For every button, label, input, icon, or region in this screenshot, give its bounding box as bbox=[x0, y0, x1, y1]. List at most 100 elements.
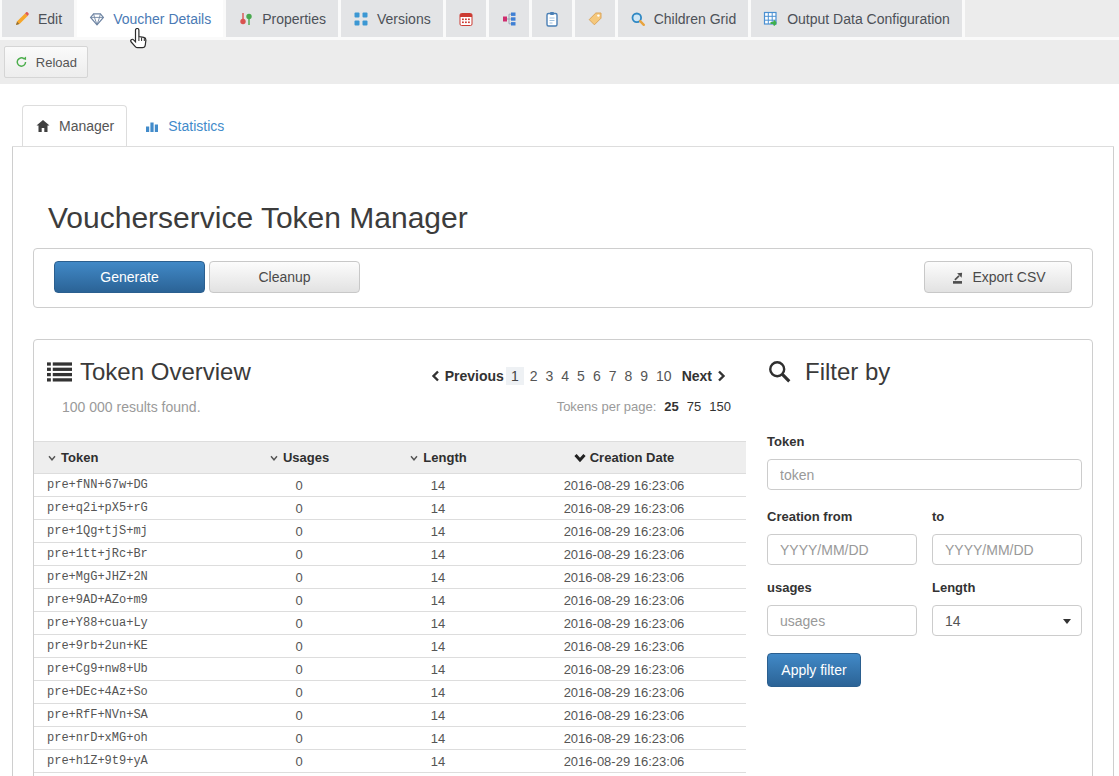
cell-c4: 2016-08-29 16:23:06 bbox=[502, 589, 746, 612]
cell-c2: 0 bbox=[224, 704, 374, 727]
clipboard-icon bbox=[544, 11, 560, 27]
table-row: pre+q2i+pX5+rG0142016-08-29 16:23:06 bbox=[34, 497, 746, 520]
column-header-usages[interactable]: Usages bbox=[224, 442, 374, 474]
cell-c3: 14 bbox=[374, 750, 502, 773]
tab-hierarchy[interactable] bbox=[489, 0, 532, 37]
cell-c2: 0 bbox=[224, 635, 374, 658]
cell-c2: 0 bbox=[224, 750, 374, 773]
tab-statistics[interactable]: Statistics bbox=[131, 105, 237, 146]
cell-c2: 0 bbox=[224, 589, 374, 612]
chevron-left-icon[interactable] bbox=[431, 370, 440, 382]
cleanup-button[interactable]: Cleanup bbox=[209, 261, 360, 293]
column-header-token[interactable]: Token bbox=[34, 442, 224, 474]
page-9[interactable]: 9 bbox=[640, 368, 648, 384]
generate-button[interactable]: Generate bbox=[54, 261, 205, 293]
pagination-next[interactable]: Next bbox=[682, 368, 712, 384]
page-5[interactable]: 5 bbox=[577, 368, 585, 384]
results-count: 100 000 results found. bbox=[62, 399, 201, 415]
creation-from-input[interactable] bbox=[767, 534, 917, 565]
tab-children-grid[interactable]: Children Grid bbox=[618, 0, 751, 37]
manager-pane: Voucherservice Token Manager Generate Cl… bbox=[12, 147, 1114, 776]
cell-c3: 14 bbox=[374, 543, 502, 566]
reload-label: Reload bbox=[36, 55, 77, 70]
token-overview-title: Token Overview bbox=[47, 358, 251, 386]
cell-c2: 0 bbox=[224, 658, 374, 681]
cell-c1: pre+Cg9+nw8+Ub bbox=[34, 658, 224, 681]
reload-button[interactable]: Reload bbox=[4, 46, 88, 78]
cell-c4: 2016-08-29 16:23:06 bbox=[502, 543, 746, 566]
export-csv-button[interactable]: Export CSV bbox=[924, 261, 1072, 293]
calendar-icon bbox=[458, 11, 474, 27]
creation-to-input[interactable] bbox=[932, 534, 1082, 565]
cell-c4: 2016-08-29 16:23:06 bbox=[502, 566, 746, 589]
tab-clipboard[interactable] bbox=[532, 0, 575, 37]
cell-c3: 14 bbox=[374, 704, 502, 727]
cell-c1: pre+RfF+NVn+SA bbox=[34, 704, 224, 727]
tab-calendar[interactable] bbox=[446, 0, 489, 37]
page-6[interactable]: 6 bbox=[593, 368, 601, 384]
table-row: pre+RfF+NVn+SA0142016-08-29 16:23:06 bbox=[34, 704, 746, 727]
length-select[interactable]: 14 bbox=[932, 605, 1082, 636]
page-3[interactable]: 3 bbox=[545, 368, 553, 384]
page-2[interactable]: 2 bbox=[530, 368, 538, 384]
tab-label: Properties bbox=[262, 11, 326, 27]
length-filter-label: Length bbox=[932, 580, 1082, 595]
page-4[interactable]: 4 bbox=[561, 368, 569, 384]
page-1[interactable]: 1 bbox=[506, 367, 524, 385]
table-row: pre+Y88+cua+Ly0142016-08-29 16:23:06 bbox=[34, 612, 746, 635]
page-7[interactable]: 7 bbox=[609, 368, 617, 384]
per-page-150[interactable]: 150 bbox=[709, 399, 731, 414]
cell-c3: 14 bbox=[374, 497, 502, 520]
tab-label: Voucher Details bbox=[113, 11, 211, 27]
cell-c4: 2016-08-29 16:23:06 bbox=[502, 681, 746, 704]
cell-c4: 2016-08-29 16:23:06 bbox=[502, 658, 746, 681]
cell-c3: 14 bbox=[374, 612, 502, 635]
cell-c1: pre+9AD+AZo+m9 bbox=[34, 589, 224, 612]
column-header-length[interactable]: Length bbox=[374, 442, 502, 474]
token-filter-input[interactable] bbox=[767, 459, 1082, 490]
sort-icon bbox=[269, 453, 279, 463]
main-container: Manager Statistics Voucherservice Token … bbox=[12, 105, 1114, 776]
cell-c3: 14 bbox=[374, 658, 502, 681]
column-header-creation-date[interactable]: Creation Date bbox=[502, 442, 746, 474]
export-icon bbox=[950, 270, 965, 285]
tab-versions[interactable]: Versions bbox=[341, 0, 446, 37]
pagination-pages: 123456789 10 bbox=[504, 368, 676, 384]
per-page-75[interactable]: 75 bbox=[687, 399, 701, 414]
tab-label: Statistics bbox=[168, 118, 224, 134]
cell-c1: pre+DEc+4Az+So bbox=[34, 681, 224, 704]
tab-manager[interactable]: Manager bbox=[22, 105, 127, 146]
reload-icon bbox=[15, 55, 28, 69]
token-filter-label: Token bbox=[767, 434, 1082, 449]
cell-c1: pre+h1Z+9t9+yA bbox=[34, 750, 224, 773]
tab-properties[interactable]: Properties bbox=[226, 0, 341, 37]
table-row: pre+9AD+AZo+m90142016-08-29 16:23:06 bbox=[34, 589, 746, 612]
sort-icon bbox=[47, 453, 57, 463]
pagination-previous[interactable]: Previous bbox=[445, 368, 504, 384]
chevron-right-icon[interactable] bbox=[717, 370, 726, 382]
tab-label: Versions bbox=[377, 11, 431, 27]
tab-output-data-configuration[interactable]: Output Data Configuration bbox=[751, 0, 965, 37]
cell-c2: 0 bbox=[224, 497, 374, 520]
page-8[interactable]: 8 bbox=[624, 368, 632, 384]
page-title: Voucherservice Token Manager bbox=[48, 201, 1093, 235]
filter-column: Filter by Token Creation from to bbox=[767, 340, 1082, 776]
table-row: pre+DEc+4Az+So0142016-08-29 16:23:06 bbox=[34, 681, 746, 704]
tokens-per-page: Tokens per page:2575150 bbox=[557, 399, 731, 415]
cell-c4: 2016-08-29 16:23:06 bbox=[502, 635, 746, 658]
gem-icon bbox=[89, 11, 105, 27]
table-row: pre+h1Z+9t9+yA0142016-08-29 16:23:06 bbox=[34, 750, 746, 773]
apply-filter-button[interactable]: Apply filter bbox=[767, 653, 861, 687]
tab-label: Children Grid bbox=[654, 11, 736, 27]
cell-c4: 2016-08-29 16:23:06 bbox=[502, 497, 746, 520]
cell-c1: pre+nrD+xMG+oh bbox=[34, 727, 224, 750]
tab-voucher-details[interactable]: Voucher Details bbox=[77, 0, 226, 37]
usages-filter-input[interactable] bbox=[767, 605, 917, 636]
search-icon bbox=[630, 11, 646, 27]
tab-edit[interactable]: Edit bbox=[0, 0, 77, 37]
page-10[interactable]: 10 bbox=[656, 368, 672, 384]
tab-tag[interactable] bbox=[575, 0, 618, 37]
per-page-25[interactable]: 25 bbox=[664, 399, 678, 414]
cell-c2: 0 bbox=[224, 474, 374, 497]
tab-label: Output Data Configuration bbox=[787, 11, 950, 27]
